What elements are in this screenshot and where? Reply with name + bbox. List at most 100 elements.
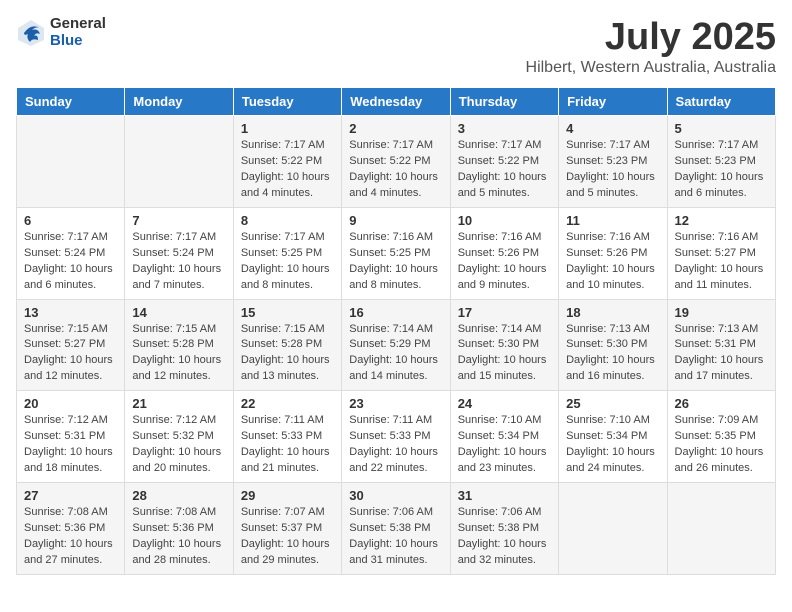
- calendar-cell: 10Sunrise: 7:16 AMSunset: 5:26 PMDayligh…: [450, 207, 558, 299]
- calendar-cell: 3 Sunrise: 7:17 AMSunset: 5:22 PMDaylight…: [450, 116, 558, 208]
- day-info: Sunrise: 7:09 AMSunset: 5:35 PMDaylight:…: [675, 413, 768, 477]
- calendar-cell: 2 Sunrise: 7:17 AMSunset: 5:22 PMDaylight…: [342, 116, 450, 208]
- day-info: Sunrise: 7:08 AMSunset: 5:36 PMDaylight:…: [24, 505, 117, 569]
- calendar-cell: 22 Sunrise: 7:11 AMSunset: 5:33 PMDayligh…: [233, 391, 341, 483]
- day-info: Sunrise: 7:15 AMSunset: 5:28 PMDaylight:…: [132, 322, 225, 386]
- day-info: Sunrise: 7:17 AMSunset: 5:25 PMDaylight:…: [241, 230, 334, 294]
- calendar-cell: 19Sunrise: 7:13 AMSunset: 5:31 PMDayligh…: [667, 299, 775, 391]
- day-info: Sunrise: 7:16 AMSunset: 5:25 PMDaylight:…: [349, 230, 442, 294]
- calendar-cell: 14 Sunrise: 7:15 AMSunset: 5:28 PMDayligh…: [125, 299, 233, 391]
- calendar-cell: 20 Sunrise: 7:12 AMSunset: 5:31 PMDayligh…: [17, 391, 125, 483]
- day-number: 23: [349, 396, 442, 411]
- calendar-cell: 31 Sunrise: 7:06 AMSunset: 5:38 PMDayligh…: [450, 483, 558, 575]
- day-number: 12: [675, 213, 768, 228]
- calendar-cell: 29 Sunrise: 7:07 AMSunset: 5:37 PMDayligh…: [233, 483, 341, 575]
- weekday-header-monday: Monday: [125, 88, 233, 116]
- calendar-cell: 6 Sunrise: 7:17 AMSunset: 5:24 PMDaylight…: [17, 207, 125, 299]
- weekday-header-saturday: Saturday: [667, 88, 775, 116]
- logo: General Blue: [16, 16, 106, 49]
- calendar-cell: 16Sunrise: 7:14 AMSunset: 5:29 PMDayligh…: [342, 299, 450, 391]
- week-row-3: 13Sunrise: 7:15 AMSunset: 5:27 PMDayligh…: [17, 299, 776, 391]
- calendar-cell: 1 Sunrise: 7:17 AMSunset: 5:22 PMDaylight…: [233, 116, 341, 208]
- day-info: Sunrise: 7:14 AMSunset: 5:29 PMDaylight:…: [349, 322, 442, 386]
- day-number: 3: [458, 121, 551, 136]
- day-info: Sunrise: 7:17 AMSunset: 5:24 PMDaylight:…: [132, 230, 225, 294]
- day-number: 27: [24, 488, 117, 503]
- weekday-header-tuesday: Tuesday: [233, 88, 341, 116]
- day-info: Sunrise: 7:15 AMSunset: 5:28 PMDaylight:…: [241, 322, 334, 386]
- calendar-cell: [125, 116, 233, 208]
- day-number: 4: [566, 121, 659, 136]
- day-number: 26: [675, 396, 768, 411]
- day-number: 20: [24, 396, 117, 411]
- day-number: 30: [349, 488, 442, 503]
- day-number: 9: [349, 213, 442, 228]
- header: General Blue July 2025 Hilbert, Western …: [16, 16, 776, 77]
- title-area: July 2025 Hilbert, Western Australia, Au…: [526, 16, 776, 77]
- calendar-cell: 24 Sunrise: 7:10 AMSunset: 5:34 PMDayligh…: [450, 391, 558, 483]
- logo-text: General Blue: [50, 16, 106, 49]
- day-number: 29: [241, 488, 334, 503]
- day-number: 21: [132, 396, 225, 411]
- calendar-cell: 4 Sunrise: 7:17 AMSunset: 5:23 PMDaylight…: [559, 116, 667, 208]
- calendar-cell: 8 Sunrise: 7:17 AMSunset: 5:25 PMDaylight…: [233, 207, 341, 299]
- day-number: 5: [675, 121, 768, 136]
- week-row-1: 1 Sunrise: 7:17 AMSunset: 5:22 PMDaylight…: [17, 116, 776, 208]
- day-number: 2: [349, 121, 442, 136]
- calendar-table: SundayMondayTuesdayWednesdayThursdayFrid…: [16, 87, 776, 575]
- day-info: Sunrise: 7:13 AMSunset: 5:31 PMDaylight:…: [675, 322, 768, 386]
- logo-icon: [16, 18, 46, 48]
- day-info: Sunrise: 7:17 AMSunset: 5:23 PMDaylight:…: [566, 138, 659, 202]
- week-row-2: 6 Sunrise: 7:17 AMSunset: 5:24 PMDaylight…: [17, 207, 776, 299]
- calendar-cell: 11Sunrise: 7:16 AMSunset: 5:26 PMDayligh…: [559, 207, 667, 299]
- day-info: Sunrise: 7:11 AMSunset: 5:33 PMDaylight:…: [241, 413, 334, 477]
- day-number: 8: [241, 213, 334, 228]
- day-info: Sunrise: 7:10 AMSunset: 5:34 PMDaylight:…: [566, 413, 659, 477]
- calendar-cell: 5 Sunrise: 7:17 AMSunset: 5:23 PMDaylight…: [667, 116, 775, 208]
- day-info: Sunrise: 7:17 AMSunset: 5:22 PMDaylight:…: [349, 138, 442, 202]
- calendar-cell: [667, 483, 775, 575]
- day-number: 22: [241, 396, 334, 411]
- calendar-cell: 30 Sunrise: 7:06 AMSunset: 5:38 PMDayligh…: [342, 483, 450, 575]
- day-number: 6: [24, 213, 117, 228]
- logo-general-text: General: [50, 16, 106, 33]
- calendar-cell: 17Sunrise: 7:14 AMSunset: 5:30 PMDayligh…: [450, 299, 558, 391]
- day-info: Sunrise: 7:11 AMSunset: 5:33 PMDaylight:…: [349, 413, 442, 477]
- calendar-cell: 7Sunrise: 7:17 AMSunset: 5:24 PMDaylight…: [125, 207, 233, 299]
- day-number: 1: [241, 121, 334, 136]
- day-info: Sunrise: 7:17 AMSunset: 5:22 PMDaylight:…: [458, 138, 551, 202]
- logo-blue-text: Blue: [50, 33, 106, 50]
- day-info: Sunrise: 7:15 AMSunset: 5:27 PMDaylight:…: [24, 322, 117, 386]
- calendar-cell: 25 Sunrise: 7:10 AMSunset: 5:34 PMDayligh…: [559, 391, 667, 483]
- week-row-5: 27 Sunrise: 7:08 AMSunset: 5:36 PMDayligh…: [17, 483, 776, 575]
- week-row-4: 20 Sunrise: 7:12 AMSunset: 5:31 PMDayligh…: [17, 391, 776, 483]
- calendar-cell: 9 Sunrise: 7:16 AMSunset: 5:25 PMDaylight…: [342, 207, 450, 299]
- day-number: 25: [566, 396, 659, 411]
- day-number: 28: [132, 488, 225, 503]
- day-info: Sunrise: 7:17 AMSunset: 5:24 PMDaylight:…: [24, 230, 117, 294]
- day-info: Sunrise: 7:12 AMSunset: 5:31 PMDaylight:…: [24, 413, 117, 477]
- day-number: 24: [458, 396, 551, 411]
- day-info: Sunrise: 7:17 AMSunset: 5:23 PMDaylight:…: [675, 138, 768, 202]
- calendar-cell: [559, 483, 667, 575]
- calendar-cell: 12Sunrise: 7:16 AMSunset: 5:27 PMDayligh…: [667, 207, 775, 299]
- day-info: Sunrise: 7:06 AMSunset: 5:38 PMDaylight:…: [349, 505, 442, 569]
- day-info: Sunrise: 7:10 AMSunset: 5:34 PMDaylight:…: [458, 413, 551, 477]
- day-number: 11: [566, 213, 659, 228]
- calendar-cell: 23 Sunrise: 7:11 AMSunset: 5:33 PMDayligh…: [342, 391, 450, 483]
- day-number: 31: [458, 488, 551, 503]
- day-number: 14: [132, 305, 225, 320]
- calendar-cell: 28Sunrise: 7:08 AMSunset: 5:36 PMDayligh…: [125, 483, 233, 575]
- day-number: 10: [458, 213, 551, 228]
- location-title: Hilbert, Western Australia, Australia: [526, 59, 776, 77]
- weekday-header-thursday: Thursday: [450, 88, 558, 116]
- day-info: Sunrise: 7:06 AMSunset: 5:38 PMDaylight:…: [458, 505, 551, 569]
- calendar-cell: 15Sunrise: 7:15 AMSunset: 5:28 PMDayligh…: [233, 299, 341, 391]
- day-info: Sunrise: 7:17 AMSunset: 5:22 PMDaylight:…: [241, 138, 334, 202]
- day-info: Sunrise: 7:07 AMSunset: 5:37 PMDaylight:…: [241, 505, 334, 569]
- day-number: 17: [458, 305, 551, 320]
- weekday-header-wednesday: Wednesday: [342, 88, 450, 116]
- day-number: 18: [566, 305, 659, 320]
- day-info: Sunrise: 7:12 AMSunset: 5:32 PMDaylight:…: [132, 413, 225, 477]
- calendar-cell: 18Sunrise: 7:13 AMSunset: 5:30 PMDayligh…: [559, 299, 667, 391]
